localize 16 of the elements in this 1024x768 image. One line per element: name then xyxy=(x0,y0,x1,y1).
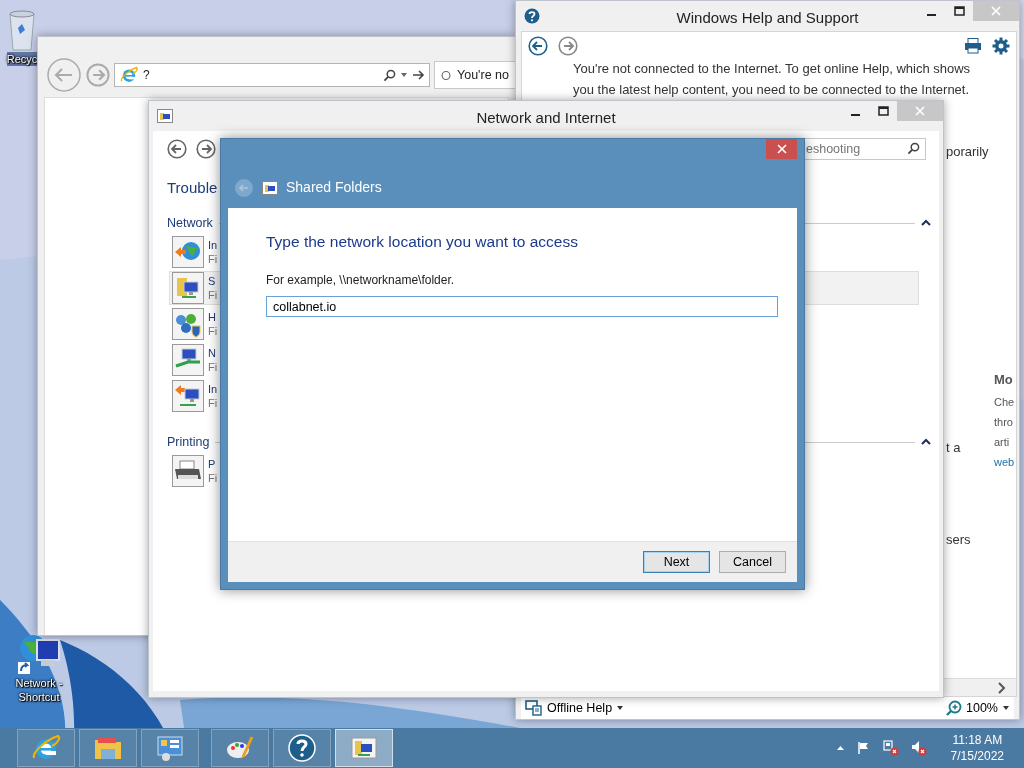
page-heading: Trouble xyxy=(167,178,218,198)
group-header: Printing xyxy=(167,433,210,451)
offline-message: You're not connected to the Internet. To get online Help, which shows you the latest help content, you need to be connected to the Internet. xyxy=(573,60,972,99)
hint-text: For example, \\networkname\folder. xyxy=(266,272,456,290)
section-heading: Mo xyxy=(994,372,1014,388)
group-header: Network xyxy=(167,215,213,232)
help-text: thro xyxy=(994,415,1014,430)
help-text: porarily xyxy=(946,143,989,161)
help-text: arti xyxy=(994,435,1011,450)
help-text: Che xyxy=(994,395,1015,410)
window-title: Network and Internet xyxy=(476,108,616,128)
help-text: sers xyxy=(946,531,971,549)
dialog-heading: Type the network location you want to access xyxy=(266,232,579,252)
dialog-title: Shared Folders xyxy=(286,178,382,197)
window-title: Windows Help and Support xyxy=(676,8,859,28)
help-text: t a xyxy=(946,439,961,457)
